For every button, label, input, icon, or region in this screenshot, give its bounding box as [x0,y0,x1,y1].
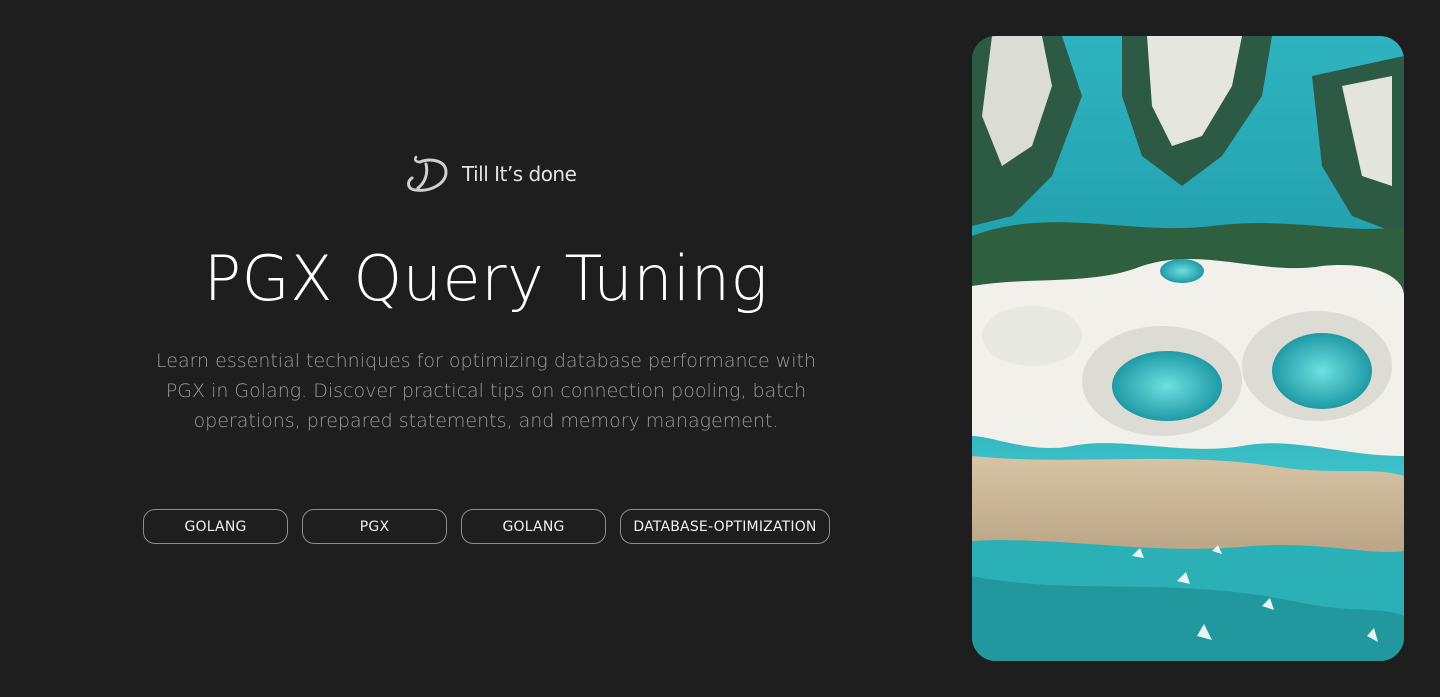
tag-pgx[interactable]: PGX [302,509,447,544]
cursive-d-logo-icon [407,155,448,192]
tag-database-optimization[interactable]: DATABASE-OPTIMIZATION [620,509,830,544]
tag-golang[interactable]: GOLANG [461,509,606,544]
article-description: Learn essential techniques for optimizin… [156,350,816,432]
page: Till It’s done PGX Query Tuning Learn es… [0,0,1440,697]
tag-list: GOLANG PGX GOLANG DATABASE-OPTIMIZATION [143,509,830,544]
aerial-coast-illustration [972,36,1404,661]
brand-link[interactable]: Till It’s done [404,152,577,196]
tag-golang[interactable]: GOLANG [143,509,288,544]
article-header: Till It’s done PGX Query Tuning Learn es… [0,0,972,697]
brand-name: Till It’s done [462,162,577,186]
hero-image [972,36,1404,661]
page-title: PGX Query Tuning [203,242,769,315]
